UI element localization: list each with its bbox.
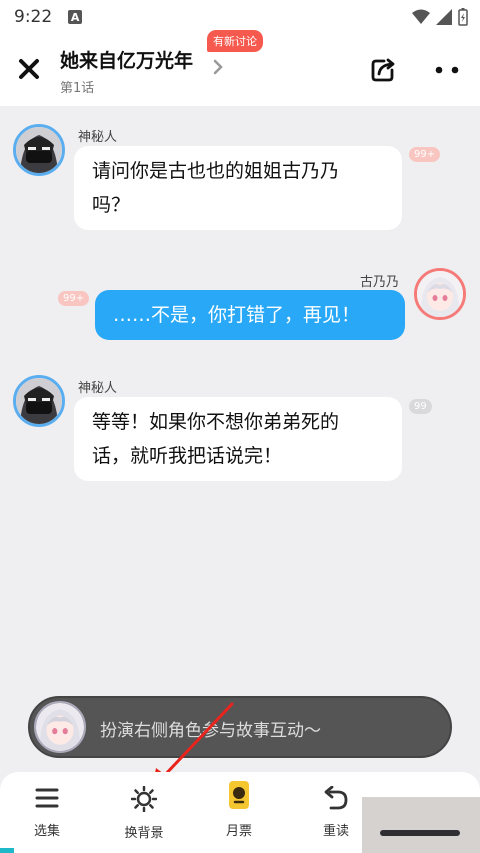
anime-girl-icon [36,703,84,751]
nav-label: 选集 [33,824,60,839]
more-options-icon[interactable] [434,66,460,74]
nav-episodes[interactable]: 选集 [12,786,82,839]
notification-a-icon: A [68,10,83,24]
comment-count-badge[interactable]: 99+ [409,147,441,162]
avatar-gu-nainai[interactable] [414,268,466,320]
corner-overlay [362,797,480,853]
nav-label: 月票 [225,824,252,839]
role-play-bar[interactable]: 扮演右侧角色参与故事互动～ [28,696,452,758]
comment-count-badge[interactable]: 99+ [58,291,90,306]
message-text: 吗？ [92,194,131,216]
avatar-mysterious-person[interactable] [13,124,65,176]
ticket-icon [229,781,249,809]
wifi-icon [412,9,430,24]
corner-overlay-stroke [380,830,460,836]
new-discussion-badge[interactable]: 有新讨论 [207,30,263,52]
edge-marker [0,848,14,853]
list-icon [35,788,59,808]
chevron-right-icon[interactable] [212,58,224,76]
story-header: 她来自亿万光年 第1话 有新讨论 [0,30,480,106]
signal-icon [436,9,452,25]
share-icon[interactable] [368,55,398,85]
story-title[interactable]: 她来自亿万光年 [60,46,193,73]
message-text: 请问你是古也也的姐姐古乃乃 [92,160,340,182]
status-time: 9:22 [14,7,53,27]
status-icons [412,8,468,26]
role-avatar [34,701,86,753]
speaker-name: 神秘人 [78,130,118,145]
speaker-name: 古乃乃 [360,275,400,290]
message-text: 话，就听我把话说完！ [92,445,283,467]
nav-change-background[interactable]: 换背景 [109,786,179,841]
masked-character-icon [16,378,62,424]
message-bubble: ……不是，你打错了，再见！ [95,290,405,340]
nav-label: 换背景 [124,826,164,841]
avatar-mysterious-person[interactable] [13,375,65,427]
undo-icon [324,786,348,810]
nav-monthly-ticket[interactable]: 月票 [204,781,274,839]
nav-reread[interactable]: 重读 [301,786,371,839]
status-bar: 9:22 A [0,0,480,34]
message-bubble: 请问你是古也也的姐姐古乃乃 吗？ [74,146,402,230]
chapter-label: 第1话 [60,81,95,96]
comment-count-badge[interactable]: 99 [409,399,432,414]
anime-girl-icon [417,271,463,317]
message-text: ……不是，你打错了，再见！ [113,304,361,326]
masked-character-icon [16,127,62,173]
close-icon[interactable] [18,58,40,80]
nav-label: 重读 [322,824,349,839]
message-bubble: 等等！如果你不想你弟弟死的 话，就听我把话说完！ [74,397,402,481]
message-text: 等等！如果你不想你弟弟死的 [92,411,340,433]
sun-icon [131,786,157,812]
battery-icon [458,8,468,26]
speaker-name: 神秘人 [78,381,118,396]
